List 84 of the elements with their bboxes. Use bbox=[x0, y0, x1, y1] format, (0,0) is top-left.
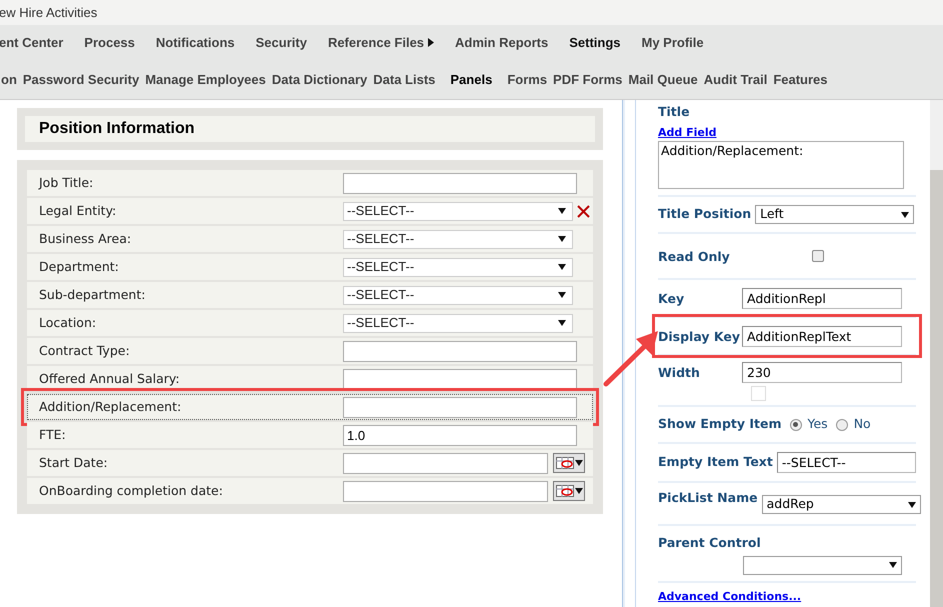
nav-item[interactable]: Admin Reports bbox=[455, 32, 548, 52]
property-label: Show Empty Item bbox=[658, 415, 782, 434]
input-field[interactable]: 1.0 bbox=[343, 424, 577, 446]
select-dropdown[interactable]: --SELECT-- bbox=[343, 314, 573, 332]
field-label: Start Date: bbox=[38, 454, 109, 472]
field-label: Department: bbox=[38, 258, 120, 276]
dropdown-caret-icon bbox=[908, 500, 916, 508]
property-label: Title Position bbox=[658, 205, 752, 224]
nav-item[interactable]: My Profile bbox=[642, 32, 704, 52]
input-field[interactable] bbox=[343, 452, 548, 474]
nav-item[interactable]: Notifications bbox=[156, 32, 235, 52]
subnav-item[interactable]: Panels bbox=[438, 70, 504, 90]
radio-label: Yes bbox=[808, 415, 828, 434]
select-dropdown[interactable]: Left bbox=[755, 205, 914, 224]
submenu-arrow-icon bbox=[428, 38, 434, 47]
dropdown-caret-icon bbox=[558, 263, 566, 271]
property-label: PickList Name bbox=[658, 489, 758, 507]
dropdown-caret-icon bbox=[574, 459, 582, 467]
select-dropdown[interactable]: --SELECT-- bbox=[343, 230, 573, 248]
input-field[interactable] bbox=[343, 368, 577, 390]
advanced-conditions-link[interactable]: Advanced Conditions... bbox=[658, 588, 916, 606]
input-field[interactable]: --SELECT-- bbox=[776, 452, 916, 473]
nav-item[interactable]: Process bbox=[84, 32, 135, 52]
input-field[interactable] bbox=[343, 480, 548, 502]
subnav-item[interactable]: Forms bbox=[504, 70, 550, 90]
property-label: Width bbox=[658, 365, 700, 380]
property-label: Display Key bbox=[658, 329, 740, 344]
select-dropdown[interactable]: --SELECT-- bbox=[343, 258, 573, 276]
input-field[interactable]: 230 bbox=[742, 362, 902, 383]
subnav-item[interactable]: Mail Queue bbox=[625, 70, 701, 90]
radio-button[interactable] bbox=[790, 418, 802, 431]
property-label: Title bbox=[658, 103, 691, 121]
dropdown-caret-icon bbox=[574, 487, 582, 495]
nav-item[interactable]: Settings bbox=[569, 32, 621, 52]
input-field[interactable] bbox=[343, 396, 577, 418]
field-label: Sub-department: bbox=[38, 286, 146, 304]
subnav-item[interactable]: Password Security bbox=[20, 70, 142, 90]
subnav-item[interactable]: PDF Forms bbox=[550, 70, 626, 90]
calendar-icon bbox=[556, 457, 574, 469]
add-field-link[interactable]: Add Field bbox=[658, 124, 916, 142]
dropdown-caret-icon bbox=[558, 235, 566, 243]
subnav-item[interactable]: Features bbox=[770, 70, 831, 90]
subnav-item[interactable]: Manage Employees bbox=[142, 70, 269, 90]
field-label: Contract Type: bbox=[38, 342, 131, 360]
dropdown-caret-icon bbox=[901, 210, 910, 219]
property-label: Read Only bbox=[658, 249, 730, 264]
calendar-button[interactable] bbox=[553, 453, 585, 473]
nav-item[interactable]: Reference Files bbox=[328, 32, 434, 52]
select-dropdown[interactable]: --SELECT-- bbox=[343, 202, 573, 220]
property-label: Key bbox=[658, 291, 684, 306]
select-dropdown[interactable] bbox=[743, 556, 902, 575]
field-label: Business Area: bbox=[38, 230, 132, 248]
checkbox[interactable] bbox=[812, 250, 824, 262]
input-field[interactable]: AdditionReplText bbox=[742, 326, 902, 347]
property-label: Parent Control bbox=[658, 534, 762, 552]
field-label: Addition/Replacement: bbox=[38, 398, 182, 416]
dropdown-caret-icon bbox=[889, 561, 897, 570]
calendar-icon bbox=[556, 485, 574, 497]
subnav-item[interactable]: Audit Trail bbox=[700, 70, 770, 90]
radio-label: No bbox=[854, 415, 871, 434]
input-field[interactable] bbox=[343, 340, 577, 362]
select-dropdown[interactable]: --SELECT-- bbox=[343, 286, 573, 304]
section-title: Position Information bbox=[25, 116, 595, 142]
dropdown-caret-icon bbox=[558, 291, 566, 299]
subnav-item[interactable]: on bbox=[0, 70, 20, 90]
field-label: OnBoarding completion date: bbox=[38, 482, 224, 500]
subnav-item[interactable]: Data Lists bbox=[370, 70, 438, 90]
field-label: Legal Entity: bbox=[38, 202, 118, 220]
field-label: Offered Annual Salary: bbox=[38, 370, 181, 388]
input-field[interactable] bbox=[343, 172, 577, 194]
input-field[interactable]: AdditionRepl bbox=[742, 288, 902, 309]
dropdown-caret-icon bbox=[558, 207, 566, 215]
subnav-item[interactable]: Data Dictionary bbox=[268, 70, 370, 90]
field-label: Location: bbox=[38, 314, 98, 332]
property-label: Empty Item Text bbox=[658, 453, 773, 472]
remove-x-icon[interactable] bbox=[577, 204, 590, 218]
dropdown-caret-icon bbox=[558, 319, 566, 327]
field-label: FTE: bbox=[38, 426, 67, 444]
title-textarea[interactable]: Addition/Replacement: bbox=[658, 141, 904, 190]
calendar-button[interactable] bbox=[553, 481, 585, 501]
nav-item[interactable]: Security bbox=[256, 32, 307, 52]
select-dropdown[interactable]: addRep bbox=[762, 495, 921, 514]
radio-button[interactable] bbox=[836, 418, 848, 431]
field-label: Job Title: bbox=[37, 174, 94, 192]
